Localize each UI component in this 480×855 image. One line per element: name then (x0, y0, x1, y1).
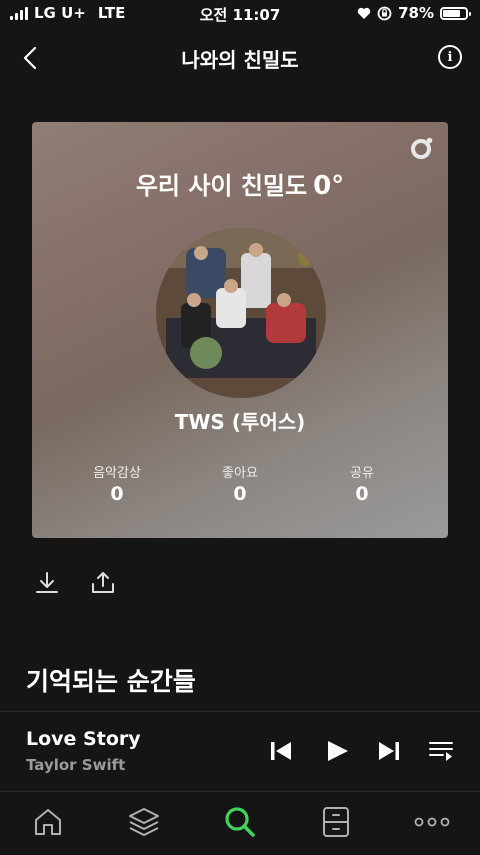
stat-label: 음악감상 (93, 466, 141, 481)
song-title: Love Story (26, 728, 141, 750)
battery-fill (443, 9, 461, 17)
page-title: 나와의 친밀도 (181, 48, 299, 72)
share-icon[interactable] (90, 570, 116, 596)
info-icon[interactable]: i (438, 45, 462, 69)
stat-value: 0 (233, 483, 247, 505)
more-icon[interactable] (414, 804, 450, 840)
header: 나와의 친밀도 i (0, 36, 480, 80)
section-title: 기억되는 순간들 (26, 667, 196, 696)
intimacy-heading: 우리 사이 친밀도 0° (32, 166, 448, 201)
card-actions (34, 570, 116, 596)
heart-icon (357, 7, 371, 19)
song-artist: Taylor Swift (26, 756, 126, 774)
artist-photo (156, 228, 326, 398)
battery-percent: 78% (398, 4, 434, 22)
search-icon[interactable] (222, 804, 258, 840)
stat-share: 공유 0 (302, 462, 422, 505)
mini-player[interactable]: Love Story Taylor Swift (0, 711, 480, 792)
status-right: 78% (357, 4, 471, 22)
artist-name: TWS (투어스) (174, 410, 306, 434)
stat-label: 공유 (350, 466, 374, 481)
stat-listen: 음악감상 0 (57, 462, 177, 505)
brand-logo-icon (411, 137, 433, 159)
play-icon[interactable] (324, 738, 350, 764)
intimacy-label: 우리 사이 친밀도 (135, 172, 308, 200)
download-icon[interactable] (34, 570, 60, 596)
battery-icon (440, 6, 471, 20)
next-icon[interactable] (376, 738, 402, 764)
intimacy-card: 우리 사이 친밀도 0° TWS (투어스) 음악감상 0 좋아요 0 공유 0 (32, 122, 448, 538)
library-icon[interactable] (126, 804, 162, 840)
stat-label: 좋아요 (222, 466, 258, 481)
storage-icon[interactable] (318, 804, 354, 840)
previous-icon[interactable] (268, 738, 294, 764)
intimacy-value: 0° (313, 171, 345, 201)
status-bar: LG U+ LTE 오전 11:07 78% (0, 0, 480, 28)
stat-like: 좋아요 0 (180, 462, 300, 505)
stat-value: 0 (110, 483, 124, 505)
tab-bar (0, 791, 480, 855)
home-icon[interactable] (30, 804, 66, 840)
playlist-icon[interactable] (428, 738, 454, 764)
rotation-lock-icon (377, 6, 392, 20)
stat-value: 0 (355, 483, 369, 505)
